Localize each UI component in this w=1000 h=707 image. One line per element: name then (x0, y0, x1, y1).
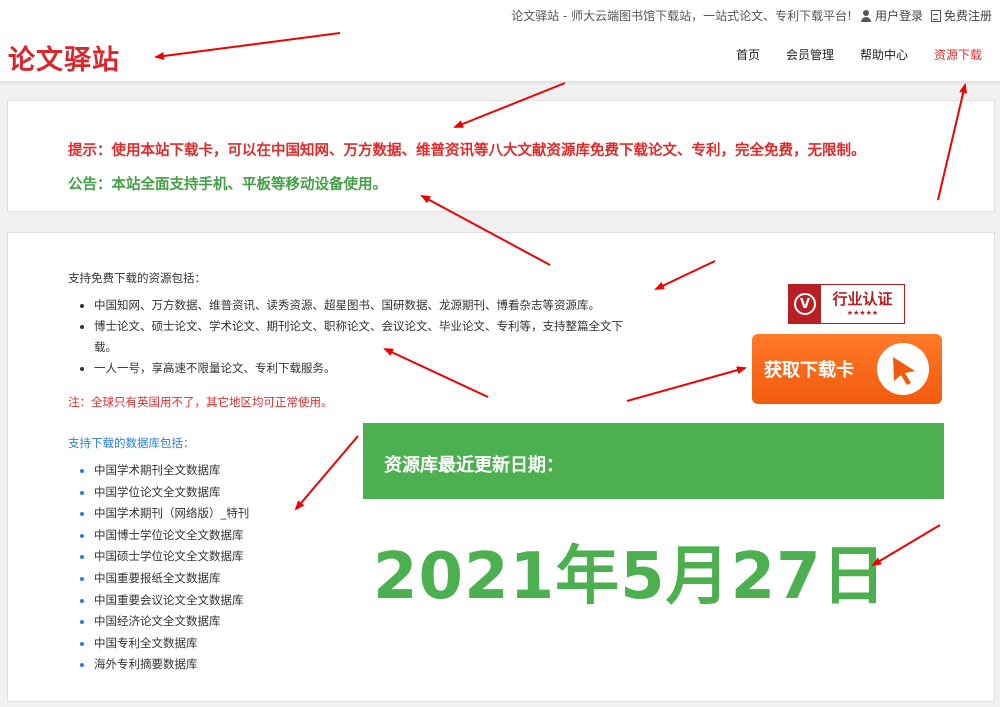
nav-help-center[interactable]: 帮助中心 (860, 46, 908, 63)
resources-intro: 支持免费下载的资源包括： (68, 271, 206, 285)
list-item: 一人一号，享高速不限量论文、专利下载服务。 (80, 358, 640, 379)
site-logo[interactable]: 论文驿站 (8, 38, 120, 77)
list-item: 中国硕士学位论文全文数据库 (80, 546, 249, 568)
site-header: 论文驿站 - 师大云端图书馆下载站，一站式论文、专利下载平台! 用户登录 免费注… (0, 0, 1000, 82)
database-list-title: 支持下载的数据库包括： (68, 436, 195, 450)
content-panel: 支持免费下载的资源包括： 中国知网、万方数据、维普资讯、读秀资源、超星图书、国研… (7, 232, 995, 702)
list-item: 中国重要报纸全文数据库 (80, 568, 249, 590)
register-link[interactable]: 免费注册 (930, 7, 992, 24)
nav-member-management[interactable]: 会员管理 (786, 46, 834, 63)
v-badge-icon: V (789, 285, 821, 323)
main-nav: 首页 会员管理 帮助中心 资源下载 (736, 46, 982, 63)
site-tagline: 论文驿站 - 师大云端图书馆下载站，一站式论文、专利下载平台! (511, 9, 852, 23)
list-item: 博士论文、硕士论文、学术论文、期刊论文、职称论文、会议论文、毕业论文、专利等，支… (80, 316, 640, 358)
update-label-bar: 资源库最近更新日期： (363, 423, 944, 499)
document-icon (930, 9, 941, 22)
certification-badge: V 行业认证 ★★★★★ (788, 284, 905, 324)
list-item: 中国学术期刊全文数据库 (80, 460, 249, 482)
list-item: 中国专利全文数据库 (80, 633, 249, 655)
list-item: 中国经济论文全文数据库 (80, 611, 249, 633)
region-note: 注：全球只有英国用不了，其它地区均可正常使用。 (68, 395, 333, 409)
get-download-card-label: 获取下载卡 (764, 360, 854, 381)
top-bar: 论文驿站 - 师大云端图书馆下载站，一站式论文、专利下载平台! 用户登录 免费注… (511, 7, 992, 24)
list-item: 中国学术期刊（网络版）_特刊 (80, 503, 249, 525)
nav-home[interactable]: 首页 (736, 46, 760, 63)
register-label: 免费注册 (943, 9, 992, 23)
login-link[interactable]: 用户登录 (860, 7, 923, 24)
login-label: 用户登录 (874, 9, 923, 23)
update-date: 2021年5月27日 (373, 540, 887, 614)
list-item: 中国学位论文全文数据库 (80, 482, 249, 504)
notice-panel: 提示：使用本站下载卡，可以在中国知网、万方数据、维普资讯等八大文献资源库免费下载… (7, 100, 995, 212)
list-item: 海外专利摘要数据库 (80, 654, 249, 676)
list-item: 中国博士学位论文全文数据库 (80, 525, 249, 547)
list-item: 中国知网、万方数据、维普资讯、读秀资源、超星图书、国研数据、龙源期刊、博看杂志等… (80, 295, 640, 316)
cursor-icon (877, 343, 929, 395)
user-icon (860, 9, 872, 22)
v-letter: V (794, 293, 816, 315)
announcement-text: 公告：本站全面支持手机、平板等移动设备使用。 (68, 177, 387, 193)
list-item: 中国重要会议论文全文数据库 (80, 590, 249, 612)
database-list: 中国学术期刊全文数据库 中国学位论文全文数据库 中国学术期刊（网络版）_特刊 中… (80, 460, 249, 676)
update-label: 资源库最近更新日期： (384, 455, 564, 476)
resource-list: 中国知网、万方数据、维普资讯、读秀资源、超星图书、国研数据、龙源期刊、博看杂志等… (80, 295, 640, 379)
get-download-card-button[interactable]: 获取下载卡 (752, 334, 942, 404)
certification-title: 行业认证 (832, 290, 893, 308)
nav-resource-download[interactable]: 资源下载 (934, 46, 982, 63)
certification-stars: ★★★★★ (846, 309, 879, 317)
tip-text: 提示：使用本站下载卡，可以在中国知网、万方数据、维普资讯等八大文献资源库免费下载… (68, 143, 866, 159)
